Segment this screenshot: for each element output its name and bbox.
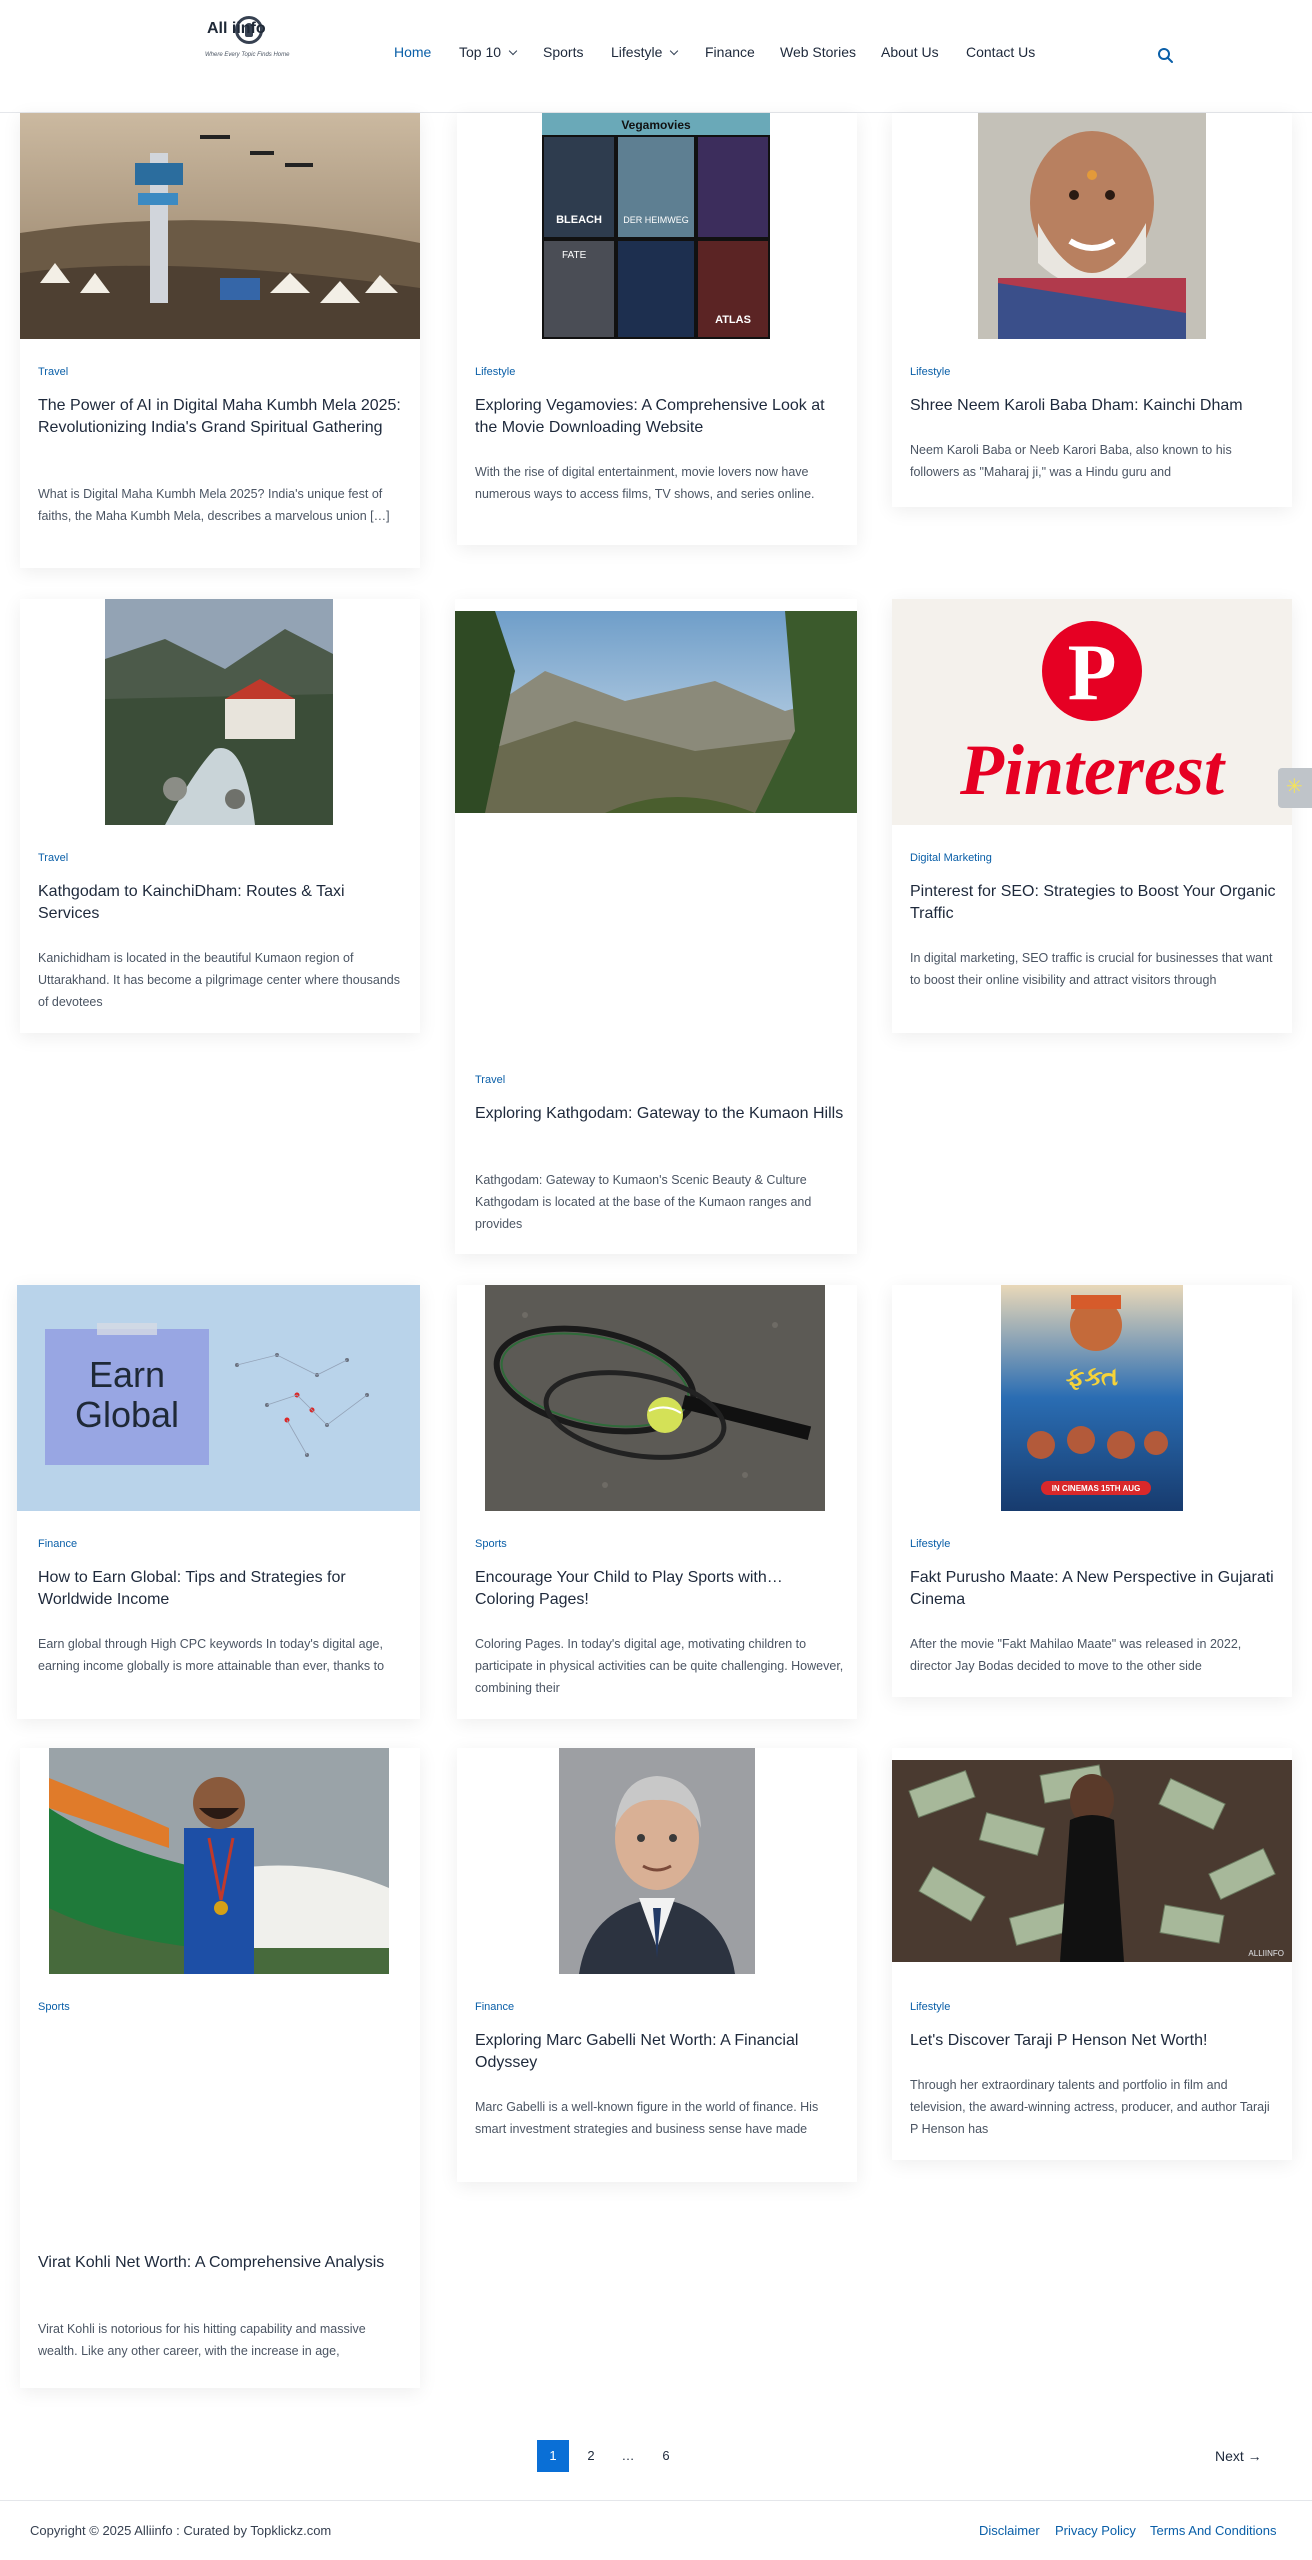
- post-category[interactable]: Sports: [475, 1538, 507, 1550]
- post-title[interactable]: Fakt Purusho Maate: A New Perspective in…: [910, 1567, 1280, 1611]
- post-thumbnail-vegamovies[interactable]: Vegamovies BLEACH DER HEIMWEG FATE ATLAS: [542, 113, 770, 339]
- nav-item-contact-us[interactable]: Contact Us: [966, 44, 1035, 60]
- nav-item-finance[interactable]: Finance: [705, 44, 755, 60]
- post-card: P Pinterest Digital Marketing Pinterest …: [892, 599, 1292, 1033]
- post-category[interactable]: Lifestyle: [910, 1538, 950, 1550]
- accessibility-widget-button[interactable]: ✳: [1278, 768, 1312, 808]
- post-thumbnail-marc-gabelli[interactable]: [559, 1748, 755, 1974]
- poster-label: ATLAS: [715, 314, 751, 326]
- nav-item-web-stories[interactable]: Web Stories: [780, 44, 856, 60]
- post-title[interactable]: Exploring Marc Gabelli Net Worth: A Fina…: [475, 2030, 845, 2074]
- nav-item-sports[interactable]: Sports: [543, 44, 583, 60]
- post-card: Earn Global Finance How to Earn Global: …: [17, 1285, 420, 1719]
- nav-item-top-10[interactable]: Top 10: [459, 44, 518, 60]
- post-excerpt: Coloring Pages. In today's digital age, …: [475, 1637, 844, 1695]
- post-category[interactable]: Lifestyle: [910, 2001, 950, 2013]
- chevron-down-icon: [508, 46, 518, 56]
- post-category[interactable]: Lifestyle: [910, 366, 950, 378]
- page-ellipsis: …: [621, 2448, 635, 2463]
- post-thumbnail-fakt-purusho-maate[interactable]: ફક્ત IN CINEMAS 15TH AUG: [1001, 1285, 1183, 1511]
- post-excerpt: In digital marketing, SEO traffic is cru…: [910, 951, 1273, 987]
- post-excerpt: Kathgodam: Gateway to Kumaon's Scenic Be…: [475, 1173, 812, 1231]
- page-6-button[interactable]: 6: [650, 2440, 682, 2472]
- post-title[interactable]: Exploring Kathgodam: Gateway to the Kuma…: [475, 1103, 845, 1125]
- post-card: ફક્ત IN CINEMAS 15TH AUG Lifestyle Fakt …: [892, 1285, 1292, 1697]
- page-2-button[interactable]: 2: [575, 2440, 607, 2472]
- post-title[interactable]: Shree Neem Karoli Baba Dham: Kainchi Dha…: [910, 395, 1280, 417]
- post-thumbnail-money-rain[interactable]: ALLIINFO: [892, 1760, 1292, 1962]
- post-card: Sports Encourage Your Child to Play Spor…: [457, 1285, 857, 1719]
- sun-icon: ✳: [1286, 776, 1303, 798]
- post-card: Travel Exploring Kathgodam: Gateway to t…: [455, 599, 857, 1254]
- vegamovies-header-text: Vegamovies: [621, 118, 691, 132]
- site-logo[interactable]: All iinfo Where Every Topic Finds Home: [205, 14, 295, 64]
- post-category[interactable]: Lifestyle: [475, 366, 515, 378]
- post-excerpt: With the rise of digital entertainment, …: [475, 465, 815, 501]
- footer-link-terms[interactable]: Terms And Conditions: [1150, 2523, 1276, 2538]
- page-1-button[interactable]: 1: [537, 2440, 569, 2472]
- post-title[interactable]: Virat Kohli Net Worth: A Comprehensive A…: [38, 2252, 408, 2274]
- post-thumbnail-kumaon-hills[interactable]: [455, 611, 857, 813]
- nav-item-lifestyle[interactable]: Lifestyle: [611, 44, 679, 60]
- footer-link-privacy-policy[interactable]: Privacy Policy: [1055, 2523, 1136, 2538]
- copyright-text: Copyright © 2025 Alliinfo : Curated by T…: [30, 2523, 332, 2538]
- post-excerpt: Kanichidham is located in the beautiful …: [38, 951, 401, 1009]
- post-thumbnail-cricketer[interactable]: [49, 1748, 389, 1974]
- post-thumbnail-earn-global[interactable]: Earn Global: [17, 1285, 420, 1511]
- post-excerpt: Virat Kohli is notorious for his hitting…: [38, 2322, 366, 2358]
- post-card: Vegamovies BLEACH DER HEIMWEG FATE ATLAS…: [457, 113, 857, 545]
- earn-global-image-text: Earn Global: [74, 1355, 180, 1435]
- image-watermark: ALLIINFO: [1248, 1949, 1284, 1958]
- nav-item-about-us[interactable]: About Us: [881, 44, 939, 60]
- nav-item-home[interactable]: Home: [394, 44, 431, 60]
- poster-label: DER HEIMWEG: [623, 215, 689, 225]
- post-category[interactable]: Digital Marketing: [910, 852, 992, 864]
- post-thumbnail-kumbh-mela[interactable]: [20, 113, 420, 339]
- post-card: Travel Kathgodam to KainchiDham: Routes …: [20, 599, 420, 1033]
- post-card: Travel The Power of AI in Digital Maha K…: [20, 113, 420, 568]
- post-excerpt: After the movie "Fakt Mahilao Maate" was…: [910, 1637, 1242, 1673]
- logo-tagline: Where Every Topic Finds Home: [205, 52, 290, 58]
- post-category[interactable]: Travel: [38, 852, 68, 864]
- post-category[interactable]: Travel: [475, 1074, 505, 1086]
- post-excerpt: Through her extraordinary talents and po…: [910, 2078, 1270, 2136]
- post-title[interactable]: Exploring Vegamovies: A Comprehensive Lo…: [475, 395, 845, 439]
- post-excerpt: Marc Gabelli is a well-known figure in t…: [475, 2100, 819, 2136]
- post-title[interactable]: How to Earn Global: Tips and Strategies …: [38, 1567, 408, 1611]
- post-excerpt: Neem Karoli Baba or Neeb Karori Baba, al…: [910, 443, 1232, 479]
- site-header: All iinfo Where Every Topic Finds Home H…: [0, 0, 1312, 113]
- poster-label: FATE: [562, 250, 587, 261]
- post-excerpt: Earn global through High CPC keywords In…: [38, 1637, 385, 1673]
- post-title[interactable]: Let's Discover Taraji P Henson Net Worth…: [910, 2030, 1280, 2052]
- pinterest-wordmark: Pinterest: [959, 730, 1226, 810]
- post-thumbnail-kainchi-dham[interactable]: [105, 599, 333, 825]
- poster-label: BLEACH: [556, 214, 602, 226]
- post-category[interactable]: Finance: [475, 2001, 514, 2013]
- svg-text:P: P: [1068, 629, 1117, 717]
- post-card: Lifestyle Shree Neem Karoli Baba Dham: K…: [892, 113, 1292, 507]
- footer-link-disclaimer[interactable]: Disclaimer: [979, 2523, 1040, 2538]
- post-title[interactable]: Encourage Your Child to Play Sports with…: [475, 1567, 845, 1611]
- chevron-down-icon: [670, 46, 679, 56]
- post-category[interactable]: Sports: [38, 2001, 70, 2013]
- logo-text: All iinfo: [207, 20, 266, 37]
- post-excerpt: What is Digital Maha Kumbh Mela 2025? In…: [38, 487, 390, 523]
- post-card: ALLIINFO Lifestyle Let's Discover Taraji…: [892, 1748, 1292, 2160]
- next-page-link[interactable]: Next →: [1215, 2448, 1262, 2464]
- post-title[interactable]: Pinterest for SEO: Strategies to Boost Y…: [910, 881, 1280, 925]
- post-title[interactable]: The Power of AI in Digital Maha Kumbh Me…: [38, 395, 408, 439]
- post-category[interactable]: Finance: [38, 1538, 77, 1550]
- site-footer: Copyright © 2025 Alliinfo : Curated by T…: [0, 2500, 1312, 2560]
- post-thumbnail-pinterest[interactable]: P Pinterest: [892, 599, 1292, 825]
- post-card: Finance Exploring Marc Gabelli Net Worth…: [457, 1748, 857, 2182]
- post-title[interactable]: Kathgodam to KainchiDham: Routes & Taxi …: [38, 881, 408, 925]
- post-thumbnail-neem-karoli-baba[interactable]: [978, 113, 1206, 339]
- post-card: Sports Virat Kohli Net Worth: A Comprehe…: [20, 1748, 420, 2388]
- poster-release-text: IN CINEMAS 15TH AUG: [1052, 1484, 1141, 1493]
- post-category[interactable]: Travel: [38, 366, 68, 378]
- search-icon[interactable]: [1157, 47, 1175, 65]
- svg-text:ફક્ત: ફક્ત: [1066, 1362, 1118, 1392]
- post-thumbnail-tennis[interactable]: [485, 1285, 825, 1511]
